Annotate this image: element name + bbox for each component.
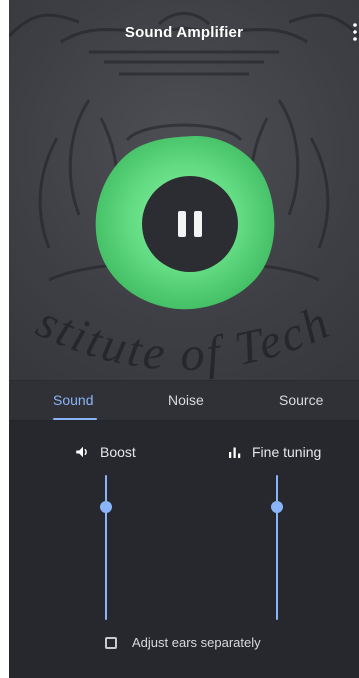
tab-sound[interactable]: Sound [53, 392, 93, 408]
sound-amplifier-screen: stitute of Tech Sound Amplifier Sound No… [9, 0, 359, 678]
boost-slider-track [105, 475, 107, 620]
fine-tuning-slider-thumb[interactable] [271, 500, 283, 513]
adjust-ears-checkbox[interactable] [105, 636, 117, 649]
boost-slider[interactable] [97, 475, 115, 620]
equalizer-icon [229, 447, 241, 458]
boost-label: Boost [100, 444, 136, 460]
more-options-icon[interactable] [341, 20, 359, 44]
boost-label-row: Boost [74, 443, 136, 461]
adjust-ears-toggle[interactable]: Adjust ears separately [105, 635, 261, 650]
adjust-ears-label: Adjust ears separately [132, 635, 261, 650]
visualizer-panel: stitute of Tech Sound Amplifier [9, 0, 359, 380]
fine-tuning-label-row: Fine tuning [226, 443, 321, 461]
active-tab-indicator [53, 418, 97, 420]
boost-slider-thumb[interactable] [100, 500, 112, 513]
fine-tuning-slider-track [276, 475, 278, 620]
tab-noise[interactable]: Noise [168, 392, 204, 408]
volume-icon [76, 446, 87, 458]
pause-bar-right [194, 211, 202, 237]
controls-panel: Boost Fine tuning Adjust ears separately [9, 421, 359, 678]
pause-bar-left [178, 211, 186, 237]
tab-bar: Sound Noise Source [9, 381, 359, 421]
fine-tuning-slider[interactable] [268, 475, 286, 620]
fine-tuning-label: Fine tuning [252, 444, 322, 460]
pause-button[interactable] [142, 176, 238, 272]
app-title: Sound Amplifier [124, 24, 244, 41]
tab-source[interactable]: Source [279, 392, 323, 408]
